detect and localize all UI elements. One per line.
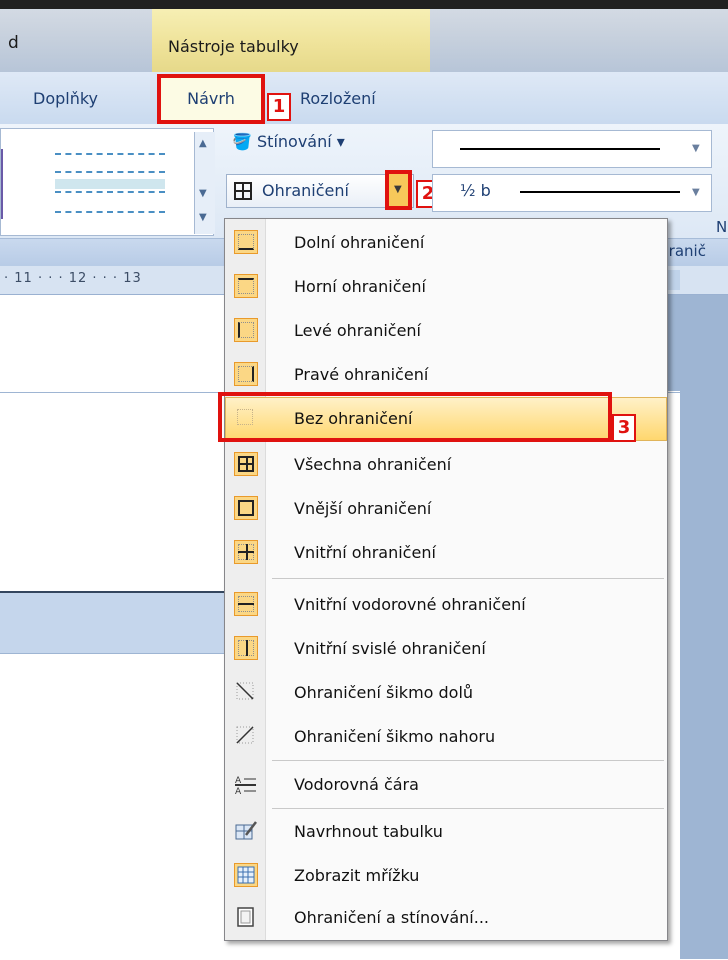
menu-item-bottom-border[interactable]: Dolní ohraničení [225,221,667,265]
line-weight-sample [520,191,680,193]
top-border-icon [234,274,258,298]
table-tools-title: Nástroje tabulky [168,37,299,56]
borders-grid-icon [234,182,252,200]
scroll-up-icon[interactable]: ▲ [199,138,207,149]
shading-button[interactable]: 🪣 Stínování ▾ [232,132,345,151]
chevron-down-icon[interactable]: ▼ [692,143,700,154]
bottom-border-icon [234,230,258,254]
table-styles-gallery[interactable] [0,128,214,236]
draw-table-icon [234,819,258,843]
chevron-down-icon[interactable]: ▼ [692,187,700,198]
tab-layout[interactable]: Rozložení [300,89,376,108]
horizontal-line-icon: AA [234,772,258,797]
inside-vertical-border-icon [234,636,258,660]
menu-item-borders-and-shading[interactable]: Ohraničení a stínování... [225,896,667,940]
svg-text:A: A [235,787,242,796]
menu-item-draw-table[interactable]: Navrhnout tabulku [225,810,667,854]
inside-borders-icon [234,540,258,564]
outside-borders-icon [234,496,258,520]
menu-item-diagonal-down-border[interactable]: Ohraničení šikmo dolů [225,671,667,715]
gallery-more-icon[interactable]: ▼ [199,212,207,223]
step-badge-3: 3 [612,414,636,442]
document-background-right [680,390,728,959]
menu-item-all-borders[interactable]: Všechna ohraničení [225,443,667,487]
menu-item-view-gridlines[interactable]: Zobrazit mřížku [225,854,667,898]
menu-item-inside-borders[interactable]: Vnitřní ohraničení [225,531,667,575]
tab-design[interactable]: Návrh [157,74,265,124]
menu-separator [272,578,664,579]
ruler-ticks: · 11 · · · 12 · · · 13 [4,271,142,286]
chevron-down-icon[interactable]: ▼ [394,184,402,195]
menu-item-top-border[interactable]: Horní ohraničení [225,265,667,309]
tab-addins[interactable]: Doplňky [33,89,98,108]
line-weight-label: ½ b [460,181,491,200]
menu-item-outside-borders[interactable]: Vnější ohraničení [225,487,667,531]
menu-item-inside-vertical-border[interactable]: Vnitřní svislé ohraničení [225,627,667,671]
menu-item-inside-horizontal-border[interactable]: Vnitřní vodorovné ohraničení [225,583,667,627]
view-gridlines-icon [234,863,258,887]
inside-horizontal-border-icon [234,592,258,616]
step-badge-1: 1 [267,93,291,121]
left-border-icon [234,318,258,342]
gallery-scrollbar[interactable]: ▲ ▼ ▼ [194,132,215,234]
line-style-sample [460,148,660,150]
menu-item-diagonal-up-border[interactable]: Ohraničení šikmo nahoru [225,715,667,759]
pen-color-label-fragment: N [716,218,728,236]
borders-label: Ohraničení [262,181,349,200]
window-title-fragment: d [8,33,19,53]
diagonal-down-border-icon [234,680,258,704]
all-borders-icon [234,452,258,476]
right-border-icon [234,362,258,386]
table-header-band [0,591,228,654]
document-page-top [0,295,228,391]
menu-separator [272,808,664,809]
menu-item-right-border[interactable]: Pravé ohraničení [225,353,667,397]
menu-item-horizontal-line[interactable]: AA Vodorovná čára [225,763,667,807]
menu-separator [272,760,664,761]
scroll-down-icon[interactable]: ▼ [199,188,207,199]
diagonal-up-border-icon [234,724,258,748]
annotation-box-3 [218,392,612,442]
paint-bucket-icon: 🪣 [232,132,252,151]
menu-item-left-border[interactable]: Levé ohraničení [225,309,667,353]
borders-and-shading-icon [234,905,258,929]
